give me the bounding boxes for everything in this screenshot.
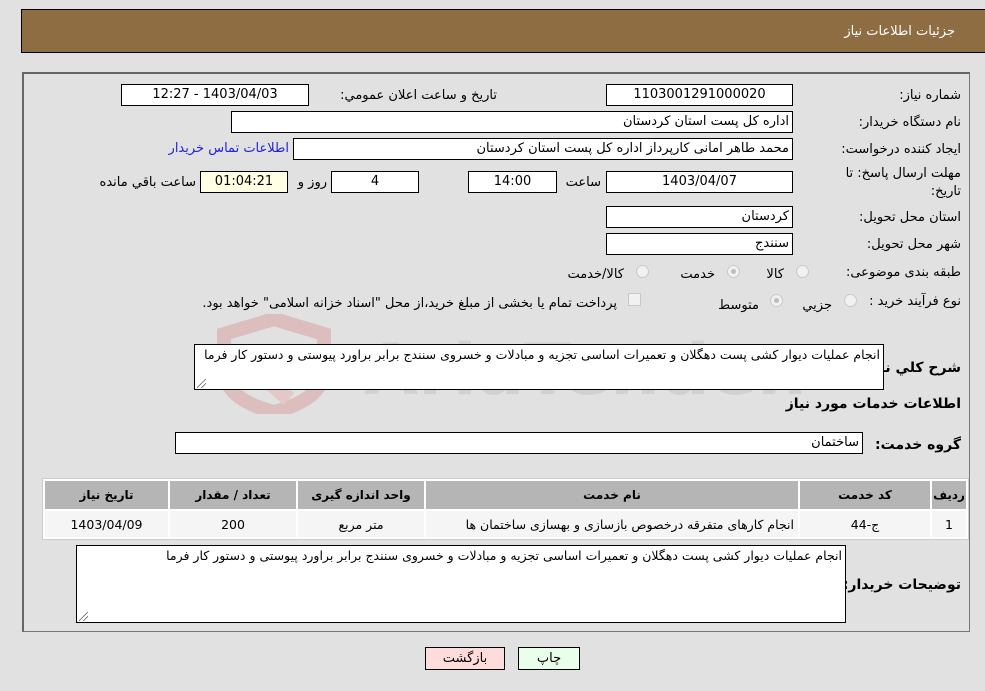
deadline-label-line2: تاریخ:: [930, 184, 961, 199]
page-header: جزئیات اطلاعات نیاز: [21, 9, 985, 53]
deadline-label-line1: مهلت ارسال پاسخ: تا: [845, 166, 961, 181]
service-group-field[interactable]: ساختمان: [175, 432, 863, 454]
col-header-need-date: تاریخ نیاز: [45, 481, 168, 509]
delivery-city-field[interactable]: سنندج: [606, 233, 793, 255]
buyer-notes-textarea[interactable]: انجام عملیات دیوار کشی پست دهگلان و تعمی…: [76, 545, 846, 623]
cell-quantity: 200: [170, 511, 296, 537]
general-description-text: انجام عملیات دیوار کشی پست دهگلان و تعمی…: [204, 347, 880, 362]
cell-need-date: 1403/04/09: [45, 511, 168, 537]
col-header-quantity: تعداد / مقدار: [170, 481, 296, 509]
cell-unit: متر مربع: [298, 511, 424, 537]
requester-label: ایجاد کننده درخواست:: [841, 142, 961, 157]
requester-field[interactable]: محمد طاهر امانی کارپرداز اداره کل پست اس…: [293, 138, 793, 160]
col-header-service-code: کد خدمت: [800, 481, 930, 509]
delivery-province-label: استان محل تحویل:: [859, 210, 961, 225]
treasury-bonds-label: پرداخت تمام یا بخشی از مبلغ خرید،از محل …: [202, 296, 617, 311]
treasury-bonds-checkbox[interactable]: [628, 293, 641, 306]
announce-datetime-field[interactable]: 1403/04/03 - 12:27: [121, 84, 309, 106]
resize-grip-icon[interactable]: [79, 612, 88, 621]
category-option-goods-service: کالا/خدمت: [567, 267, 624, 282]
purchase-type-radio-minor[interactable]: [844, 294, 857, 307]
delivery-city-label: شهر محل تحویل:: [866, 237, 961, 252]
deadline-time-field[interactable]: 14:00: [468, 171, 557, 193]
col-header-unit: واحد اندازه گیری: [298, 481, 424, 509]
table-row: 1 ج-44 انجام کارهای متفرقه درخصوص بازساز…: [45, 511, 966, 537]
page-title: جزئیات اطلاعات نیاز: [844, 24, 955, 39]
cell-service-name: انجام کارهای متفرقه درخصوص بازسازی و بهس…: [426, 511, 798, 537]
need-number-label: شماره نیاز:: [899, 88, 961, 103]
need-details-panel: AriaTender.neT شماره نیاز: 1103001291000…: [22, 72, 970, 632]
buyer-notes-label: توضیحات خریدار:: [842, 577, 961, 593]
deadline-date-field[interactable]: 1403/04/07: [606, 171, 793, 193]
need-number-field[interactable]: 1103001291000020: [606, 84, 793, 106]
services-table: ردیف کد خدمت نام خدمت واحد اندازه گیری ت…: [42, 478, 969, 540]
days-label: روز و: [297, 175, 327, 190]
category-radio-goods[interactable]: [796, 265, 809, 278]
category-radio-service[interactable]: [727, 265, 740, 278]
buyer-notes-text: انجام عملیات دیوار کشی پست دهگلان و تعمی…: [166, 548, 842, 563]
service-group-label: گروه خدمت:: [875, 437, 961, 453]
buyer-org-field[interactable]: اداره کل پست استان کردستان: [231, 111, 793, 133]
table-header-row: ردیف کد خدمت نام خدمت واحد اندازه گیری ت…: [45, 481, 966, 509]
category-option-goods: کالا: [766, 267, 784, 282]
purchase-type-option-minor: جزيي: [802, 298, 832, 313]
cell-row-number: 1: [932, 511, 966, 537]
remaining-time-field: 01:04:21: [200, 171, 288, 193]
purchase-type-label: نوع فرآیند خرید :: [869, 294, 961, 309]
print-button[interactable]: چاپ: [518, 647, 580, 670]
delivery-province-field[interactable]: کردستان: [606, 206, 793, 228]
buyer-contact-link[interactable]: اطلاعات تماس خریدار: [169, 141, 289, 156]
category-label: طبقه بندی موضوعی:: [845, 265, 961, 280]
category-radio-goods-service[interactable]: [636, 265, 649, 278]
general-description-textarea[interactable]: انجام عملیات دیوار کشی پست دهگلان و تعمی…: [194, 344, 884, 390]
remaining-days-field[interactable]: 4: [331, 171, 419, 193]
resize-grip-icon[interactable]: [197, 379, 206, 388]
col-header-row-number: ردیف: [932, 481, 966, 509]
purchase-type-option-medium: متوسط: [718, 298, 759, 313]
col-header-service-name: نام خدمت: [426, 481, 798, 509]
announce-datetime-label: تاریخ و ساعت اعلان عمومي:: [340, 88, 497, 103]
back-button[interactable]: بازگشت: [425, 647, 505, 670]
cell-service-code: ج-44: [800, 511, 930, 537]
buyer-org-label: نام دستگاه خریدار:: [858, 115, 961, 130]
category-option-service: خدمت: [680, 267, 715, 282]
remaining-time-label: ساعت باقي مانده: [99, 175, 196, 190]
services-section-title: اطلاعات خدمات مورد نیاز: [785, 396, 961, 412]
purchase-type-radio-medium[interactable]: [770, 294, 783, 307]
deadline-time-label: ساعت: [565, 175, 601, 190]
